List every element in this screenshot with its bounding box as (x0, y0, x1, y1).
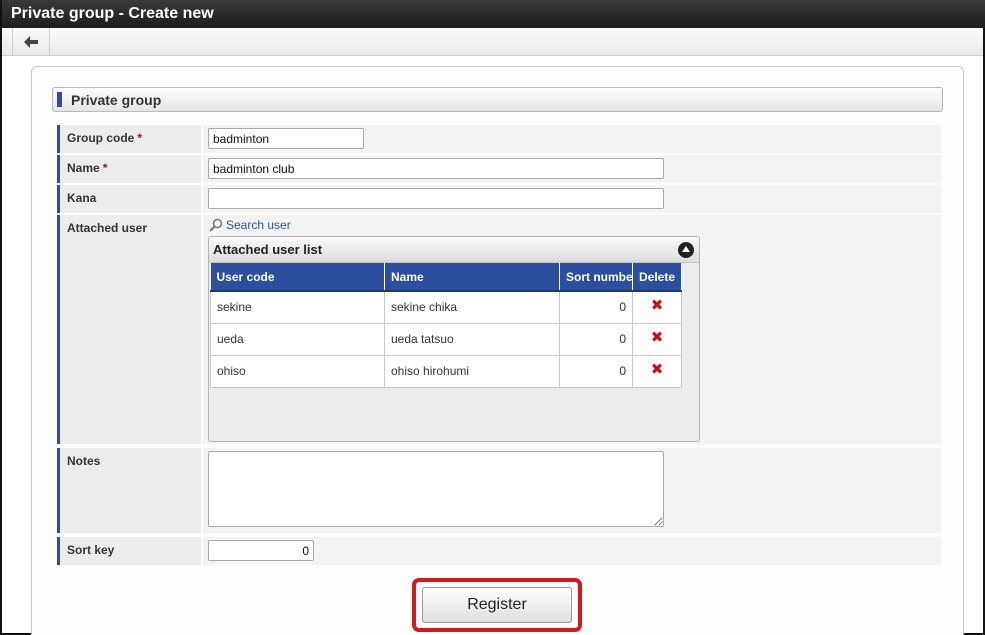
user-list-header: Attached user list (209, 237, 699, 263)
group-code-input[interactable] (208, 128, 364, 149)
attached-user-label: Attached user (57, 215, 201, 444)
section-header: Private group (52, 87, 943, 112)
window-title: Private group - Create new (2, 0, 985, 28)
chevron-up-icon[interactable] (678, 242, 694, 258)
delete-cell: ✖ (631, 354, 683, 388)
name-input[interactable] (208, 158, 664, 179)
group-code-label: Group code * (57, 125, 201, 153)
section-header-bar (57, 92, 62, 107)
column-header-name[interactable]: Name (384, 263, 560, 292)
column-header-user-code[interactable]: User code (210, 263, 385, 292)
table-row: ohiso ohiso hirohumi 0 ✖ (210, 354, 683, 388)
notes-label: Notes (57, 448, 201, 533)
sort-number-cell: 0 (559, 354, 633, 388)
column-header-sort-number[interactable]: Sort number (559, 263, 633, 292)
app-window: Private group - Create new Private group… (0, 0, 985, 635)
user-name-cell: sekine chika (384, 290, 560, 324)
table-header-row: User code Name Sort number Delete (210, 263, 683, 292)
sort-number-cell: 0 (559, 290, 633, 324)
required-mark: * (102, 161, 108, 175)
user-name-cell: ueda tatsuo (384, 322, 560, 356)
user-list-title: Attached user list (213, 242, 323, 257)
group-code-label-text: Group code (67, 131, 135, 145)
toolbar (2, 28, 983, 56)
back-button[interactable] (12, 28, 50, 55)
arrow-left-icon (24, 35, 38, 48)
magnifier-icon (209, 218, 223, 232)
kana-input[interactable] (208, 188, 664, 209)
search-user-link[interactable]: Search user (209, 218, 291, 232)
table-row: sekine sekine chika 0 ✖ (210, 290, 683, 324)
kana-label: Kana (57, 185, 201, 213)
name-label-text: Name (67, 161, 100, 175)
sort-key-input[interactable] (208, 540, 314, 561)
notes-label-text: Notes (67, 454, 101, 468)
user-code-cell: ohiso (210, 354, 385, 388)
x-icon[interactable]: ✖ (651, 361, 664, 378)
notes-textarea[interactable] (208, 451, 664, 527)
register-button[interactable]: Register (422, 587, 572, 623)
attached-user-label-text: Attached user (67, 221, 148, 235)
sort-key-label: Sort key (57, 537, 201, 565)
user-code-cell: ueda (210, 322, 385, 356)
x-icon[interactable]: ✖ (651, 297, 664, 314)
search-user-text: Search user (226, 218, 291, 232)
delete-cell: ✖ (631, 290, 683, 324)
name-label: Name * (57, 155, 201, 183)
table-row: ueda ueda tatsuo 0 ✖ (210, 322, 683, 356)
delete-cell: ✖ (631, 322, 683, 356)
attached-user-list: Attached user list User code Name Sort n… (208, 236, 700, 442)
user-table: User code Name Sort number Delete sekine… (210, 263, 683, 388)
column-header-delete[interactable]: Delete (632, 263, 683, 292)
kana-label-text: Kana (67, 191, 97, 205)
sort-key-label-text: Sort key (67, 543, 115, 557)
user-code-cell: sekine (210, 290, 385, 324)
required-mark: * (137, 131, 143, 145)
x-icon[interactable]: ✖ (651, 329, 664, 346)
section-title: Private group (71, 92, 162, 108)
sort-number-cell: 0 (559, 322, 633, 356)
register-highlight: Register (412, 578, 582, 632)
user-name-cell: ohiso hirohumi (384, 354, 560, 388)
